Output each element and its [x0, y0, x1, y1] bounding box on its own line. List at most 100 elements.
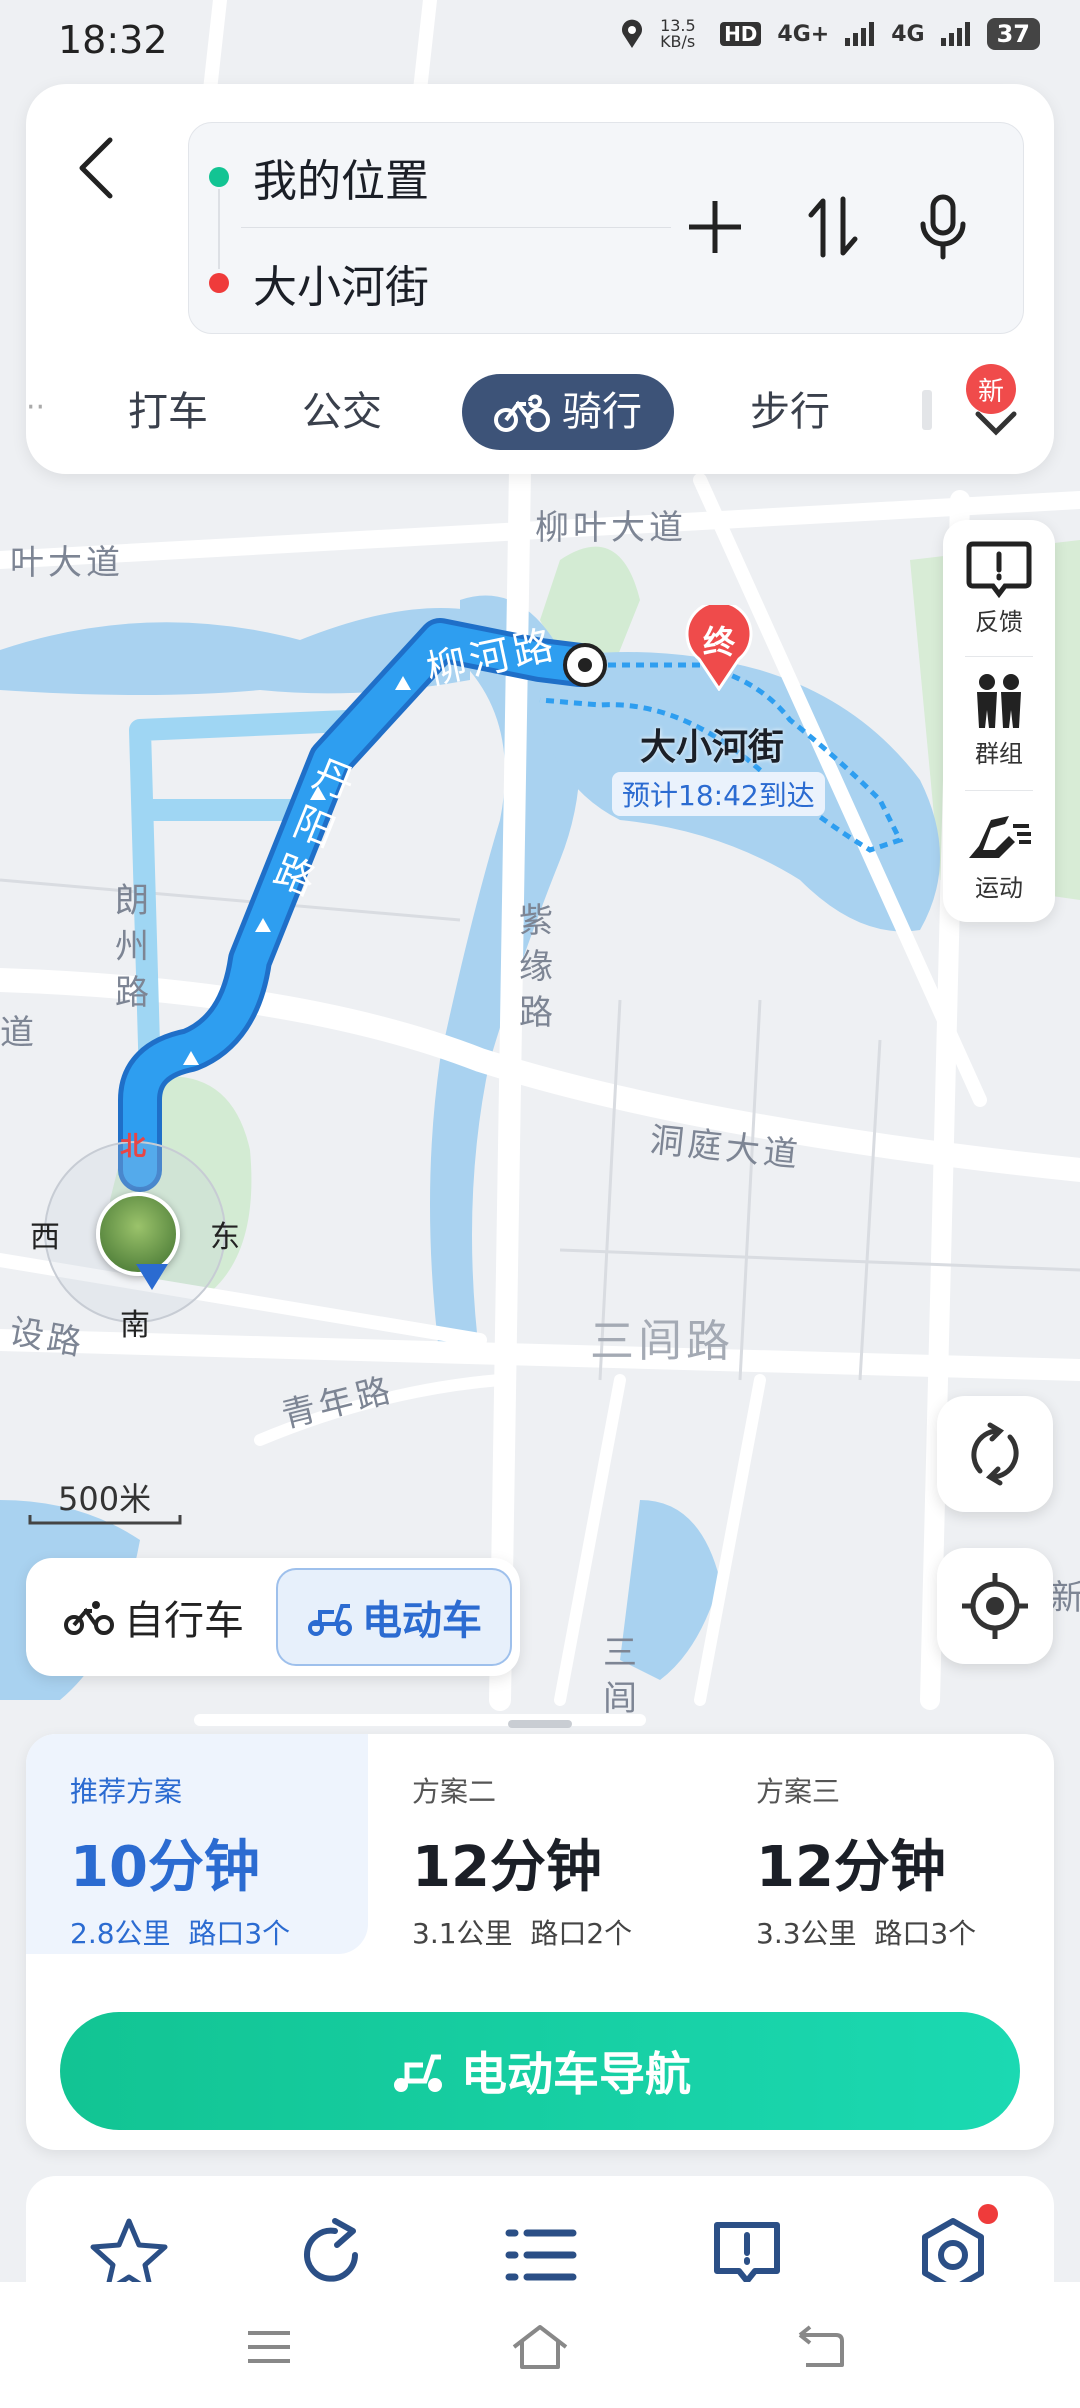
end-marker-text: 终: [702, 623, 735, 661]
new-badge: 新: [966, 364, 1016, 414]
battery-level: 37: [986, 18, 1040, 50]
home-icon: [512, 2325, 568, 2369]
side-divider: [965, 790, 1033, 791]
destination-dot-icon: [209, 273, 229, 293]
road-label-sanlv-v: 三闾: [603, 1633, 637, 1719]
group-icon: [977, 674, 1021, 728]
back-arrow-icon: [79, 137, 113, 199]
road-label-liuye-left: 叶大道: [10, 543, 124, 583]
eta-label: 预计18:42到达: [612, 772, 825, 816]
status-icons: 13.5 KB/s HD 4G+ 4G 37: [620, 18, 1040, 50]
signal-bars-2-icon: [940, 22, 970, 46]
navigation-label: 电动车导航: [461, 2047, 691, 2101]
map-scale: 500米: [58, 1480, 152, 1518]
system-back-button[interactable]: [786, 2312, 856, 2382]
destination-field[interactable]: 大小河街: [209, 251, 429, 315]
feedback-icon: [966, 541, 1032, 598]
tab-overflow-left: ··: [26, 390, 46, 425]
refresh-route-button[interactable]: [937, 1396, 1053, 1512]
road-label-ziyuan: 紫缘路: [519, 901, 553, 1033]
tab-overflow-right: [922, 390, 932, 430]
group-button[interactable]: 群组: [943, 662, 1055, 792]
scooter-icon: [394, 2054, 442, 2092]
ebike-icon: [308, 1604, 352, 1636]
compass-east: 东: [210, 1220, 240, 1255]
origin-field[interactable]: 我的位置: [209, 145, 429, 209]
compass-south: 南: [120, 1308, 150, 1343]
plan-detail: 2.8公里 路口3个: [70, 1917, 291, 1950]
plan-recommended[interactable]: 推荐方案 10分钟 2.8公里 路口3个: [26, 1734, 368, 1954]
plan-tag: 方案二: [412, 1775, 497, 1808]
tab-bus[interactable]: 公交: [302, 374, 382, 450]
target-icon: [962, 1573, 1028, 1639]
bicycle-option[interactable]: 自行车: [64, 1568, 244, 1666]
settings-notification-dot: [978, 2204, 998, 2224]
travel-mode-tabs: ·· 打车 公交 骑行 步行 新: [26, 364, 1054, 454]
tab-walking[interactable]: 步行: [750, 374, 830, 450]
signal-4g: 4G: [891, 21, 925, 47]
destination-label: 大小河街: [640, 727, 785, 768]
vehicle-type-switch: 自行车 电动车: [26, 1558, 520, 1676]
locate-me-button[interactable]: [937, 1548, 1053, 1664]
compass-west: 西: [30, 1220, 60, 1255]
start-navigation-button[interactable]: 电动车导航: [60, 2012, 1020, 2130]
plan-detail: 3.3公里 路口3个: [756, 1917, 977, 1950]
compass-north: 北: [120, 1132, 147, 1162]
input-divider: [241, 227, 671, 228]
tab-taxi[interactable]: 打车: [128, 374, 208, 450]
return-icon: [798, 2325, 844, 2367]
microphone-icon: [920, 194, 966, 260]
side-divider: [965, 656, 1033, 657]
feedback-button[interactable]: 反馈: [943, 530, 1055, 660]
signal-bars-icon: [845, 22, 875, 46]
road-label-sanlv: 三闾路: [590, 1316, 734, 1367]
swap-icon: [808, 196, 858, 258]
destination-pin[interactable]: 终: [683, 605, 755, 691]
plan-tag: 方案三: [756, 1775, 841, 1808]
plan-two[interactable]: 方案二 12分钟 3.1公里 路口2个: [368, 1734, 710, 1954]
plan-time: 10分钟: [70, 1835, 260, 1900]
sport-label: 运动: [975, 874, 1023, 902]
route-search-card: 我的位置 大小河街 ·· 打车 公交 骑行 步行 新: [26, 84, 1054, 474]
add-waypoint-button[interactable]: [679, 191, 751, 263]
more-modes-button[interactable]: 新: [966, 364, 1026, 448]
system-home-button[interactable]: [505, 2312, 575, 2382]
feedback-label: 反馈: [975, 608, 1023, 636]
refresh-icon: [971, 1422, 1019, 1486]
plan-time: 12分钟: [412, 1835, 602, 1900]
sport-icon: [969, 816, 1031, 858]
plan-time: 12分钟: [756, 1835, 946, 1900]
system-menu-button[interactable]: [234, 2312, 304, 2382]
ebike-option-label: 电动车: [362, 1598, 482, 1644]
back-button[interactable]: [66, 128, 126, 208]
bicycle-option-label: 自行车: [124, 1598, 244, 1644]
swap-button[interactable]: [797, 191, 869, 263]
net-speed: 13.5 KB/s: [660, 16, 696, 51]
route-plans-card: 推荐方案 10分钟 2.8公里 路口3个 方案二 12分钟 3.1公里 路口2个…: [26, 1734, 1054, 2150]
road-label-liuye: 柳叶大道: [535, 508, 687, 548]
plan-three[interactable]: 方案三 12分钟 3.3公里 路口3个: [712, 1734, 1054, 1954]
plus-icon: [689, 201, 741, 253]
sheet-handle[interactable]: [508, 1720, 572, 1728]
ebike-option[interactable]: 电动车: [276, 1568, 512, 1666]
plan-detail: 3.1公里 路口2个: [412, 1917, 633, 1950]
group-label: 群组: [975, 740, 1023, 768]
voice-button[interactable]: [907, 191, 979, 263]
route-inputs: 我的位置 大小河街: [188, 122, 1024, 334]
road-label-xin: 新: [1050, 1578, 1080, 1618]
menu-icon: [248, 2331, 290, 2363]
heading-arrow-icon: [136, 1264, 168, 1290]
road-label-dao: 道: [0, 1013, 38, 1053]
hd-badge: HD: [720, 22, 762, 46]
sport-button[interactable]: 运动: [943, 796, 1055, 926]
destination-text: 大小河街: [253, 262, 429, 313]
system-navigation-bar: [0, 2282, 1080, 2408]
tab-cycling-label: 骑行: [562, 389, 642, 435]
origin-text: 我的位置: [253, 156, 429, 207]
plan-tag: 推荐方案: [70, 1775, 183, 1808]
status-bar: 18:32 13.5 KB/s HD 4G+ 4G 37: [0, 0, 1080, 80]
map-tools-panel: 反馈 群组 运动: [943, 520, 1055, 922]
origin-dot-icon: [209, 167, 229, 187]
road-label-langzhou: 朗州路: [115, 881, 149, 1013]
tab-cycling[interactable]: 骑行: [462, 374, 674, 450]
